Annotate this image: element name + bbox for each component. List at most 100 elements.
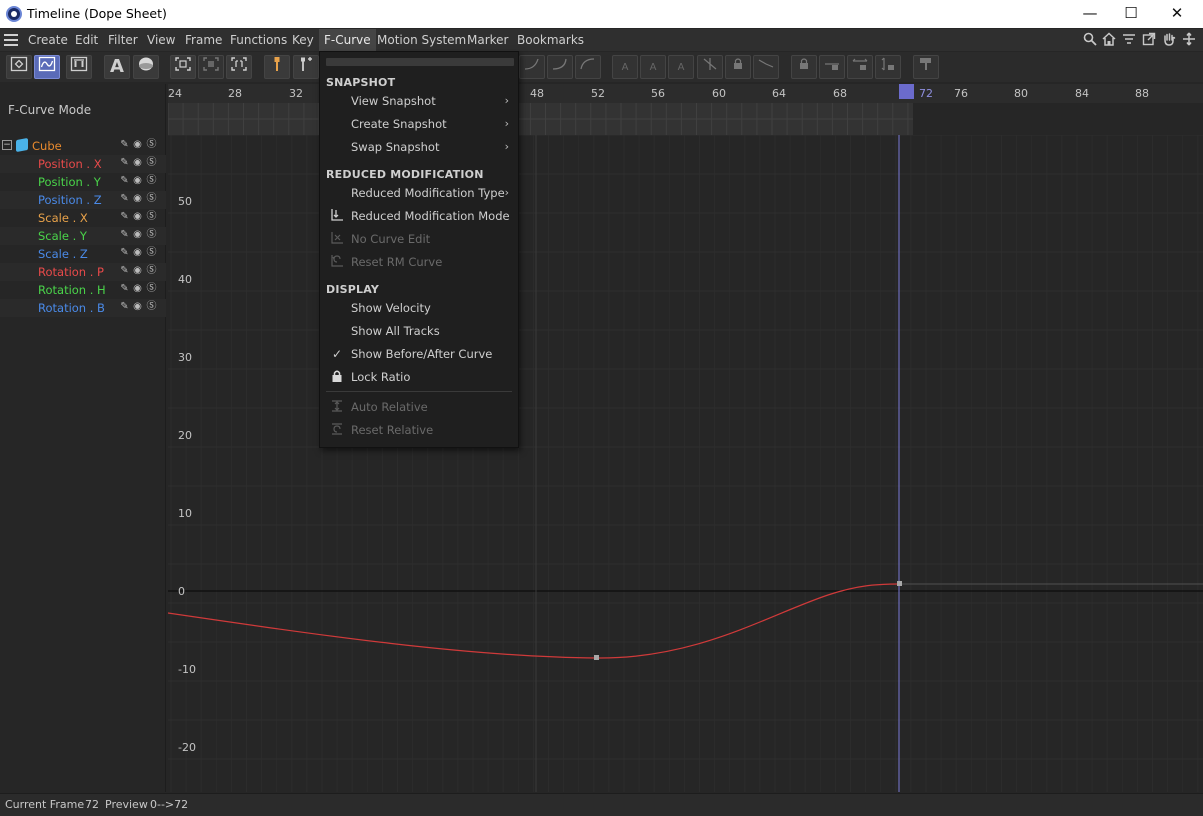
menu-frame[interactable]: Frame (180, 29, 227, 51)
hand-icon[interactable] (1161, 32, 1177, 48)
maximize-button[interactable]: ☐ (1109, 2, 1153, 26)
edit-icon[interactable]: ✎ (119, 211, 130, 222)
solo-icon[interactable]: Ⓢ (146, 139, 157, 150)
menu-edit[interactable]: Edit (70, 29, 103, 51)
edit-icon[interactable]: ✎ (119, 157, 130, 168)
minimize-button[interactable]: — (1068, 2, 1112, 26)
menu-lock-ratio[interactable]: Lock Ratio (320, 366, 518, 388)
auto-tangent-clamp-icon[interactable]: A (640, 55, 666, 79)
search-icon[interactable] (1082, 32, 1098, 48)
menu-create-snapshot[interactable]: Create Snapshot › (320, 113, 518, 135)
tangent-spread-icon[interactable] (697, 55, 723, 79)
menu-bookmarks[interactable]: Bookmarks (512, 29, 589, 51)
edit-icon[interactable]: ✎ (119, 139, 130, 150)
eye-icon[interactable]: ◉ (132, 157, 143, 168)
hamburger-menu-icon[interactable] (4, 34, 18, 46)
menu-view-snapshot[interactable]: View Snapshot › (320, 90, 518, 112)
solo-icon[interactable]: Ⓢ (146, 265, 157, 276)
menu-marker[interactable]: Marker (462, 29, 513, 51)
solo-icon[interactable]: Ⓢ (146, 283, 157, 294)
eye-icon[interactable]: ◉ (132, 193, 143, 204)
object-row-cube[interactable]: − Cube ✎ ◉ Ⓢ (0, 137, 166, 155)
paint-tool-icon[interactable] (913, 55, 939, 79)
eye-icon[interactable]: ◉ (132, 283, 143, 294)
key-summary-strip[interactable] (168, 103, 913, 135)
menu-reduced-modification-type[interactable]: Reduced Modification Type › (320, 182, 518, 204)
menu-fcurve[interactable]: F-Curve (319, 29, 376, 51)
menu-key[interactable]: Key (287, 29, 319, 51)
lock-time-icon[interactable] (791, 55, 817, 79)
filter-icon[interactable] (1121, 32, 1137, 48)
eye-icon[interactable]: ◉ (132, 139, 143, 150)
menu-show-before-after-curve[interactable]: ✓ Show Before/After Curve (320, 343, 518, 365)
edit-icon[interactable]: ✎ (119, 229, 130, 240)
solo-icon[interactable]: Ⓢ (146, 301, 157, 312)
curve-ease-in-icon[interactable] (519, 55, 545, 79)
solo-icon[interactable]: Ⓢ (146, 175, 157, 186)
menu-reset-rm-curve[interactable]: Reset RM Curve (320, 251, 518, 273)
text-a-icon[interactable]: A (104, 55, 130, 79)
move-icon[interactable] (1181, 32, 1197, 48)
edit-icon[interactable]: ✎ (119, 283, 130, 294)
popout-icon[interactable] (1141, 32, 1157, 48)
eye-icon[interactable]: ◉ (132, 301, 143, 312)
track-row[interactable]: Scale . X ✎ ◉ Ⓢ (0, 209, 166, 227)
lock-tangent-angle-icon[interactable] (875, 55, 901, 79)
curve-ease-out-icon[interactable] (547, 55, 573, 79)
solo-icon[interactable]: Ⓢ (146, 157, 157, 168)
home-icon[interactable] (1101, 32, 1117, 48)
auto-tangent-overshoot-icon[interactable]: A (668, 55, 694, 79)
key-pin-icon[interactable] (264, 55, 290, 79)
curve-ease-both-icon[interactable] (575, 55, 601, 79)
key-mode-button[interactable] (6, 55, 32, 79)
edit-icon[interactable]: ✎ (119, 175, 130, 186)
menu-filter[interactable]: Filter (103, 29, 143, 51)
keyframe-point[interactable] (594, 655, 599, 660)
edit-icon[interactable]: ✎ (119, 247, 130, 258)
solo-icon[interactable]: Ⓢ (146, 229, 157, 240)
menu-auto-relative[interactable]: Auto Relative (320, 396, 518, 418)
track-row[interactable]: Rotation . P ✎ ◉ Ⓢ (0, 263, 166, 281)
menu-create[interactable]: Create (23, 29, 73, 51)
frame-preview-icon[interactable] (226, 55, 252, 79)
track-row[interactable]: Scale . Z ✎ ◉ Ⓢ (0, 245, 166, 263)
menu-motion-system[interactable]: Motion System (372, 29, 471, 51)
track-row[interactable]: Rotation . H ✎ ◉ Ⓢ (0, 281, 166, 299)
menu-swap-snapshot[interactable]: Swap Snapshot › (320, 136, 518, 158)
menu-reduced-modification-mode[interactable]: Reduced Modification Mode (320, 205, 518, 227)
track-row[interactable]: Position . Z ✎ ◉ Ⓢ (0, 191, 166, 209)
edit-icon[interactable]: ✎ (119, 193, 130, 204)
eye-icon[interactable]: ◉ (132, 229, 143, 240)
collapse-toggle[interactable]: − (2, 140, 12, 150)
solo-icon[interactable]: Ⓢ (146, 193, 157, 204)
frame-all-icon[interactable] (170, 55, 196, 79)
close-button[interactable]: ✕ (1155, 2, 1199, 26)
sphere-icon[interactable] (133, 55, 159, 79)
menu-show-velocity[interactable]: Show Velocity (320, 297, 518, 319)
track-row[interactable]: Rotation . B ✎ ◉ Ⓢ (0, 299, 166, 317)
auto-tangent-icon[interactable]: A (612, 55, 638, 79)
eye-icon[interactable]: ◉ (132, 265, 143, 276)
solo-icon[interactable]: Ⓢ (146, 247, 157, 258)
solo-icon[interactable]: Ⓢ (146, 211, 157, 222)
eye-icon[interactable]: ◉ (132, 175, 143, 186)
track-row[interactable]: Position . X ✎ ◉ Ⓢ (0, 155, 166, 173)
eye-icon[interactable]: ◉ (132, 247, 143, 258)
keyframe-point[interactable] (897, 581, 902, 586)
frame-selected-icon[interactable] (198, 55, 224, 79)
menu-no-curve-edit[interactable]: No Curve Edit (320, 228, 518, 250)
playhead-marker[interactable] (899, 84, 914, 99)
menu-tearoff-bar[interactable] (326, 58, 514, 66)
menu-reset-relative[interactable]: Reset Relative (320, 419, 518, 441)
menu-show-all-tracks[interactable]: Show All Tracks (320, 320, 518, 342)
menu-view[interactable]: View (142, 29, 180, 51)
add-key-icon[interactable] (293, 55, 319, 79)
lock-tangent-length-icon[interactable] (847, 55, 873, 79)
edit-icon[interactable]: ✎ (119, 265, 130, 276)
tangent-break-icon[interactable] (753, 55, 779, 79)
tangent-lock-icon[interactable] (725, 55, 751, 79)
eye-icon[interactable]: ◉ (132, 211, 143, 222)
motion-mode-button[interactable] (66, 55, 92, 79)
menu-functions[interactable]: Functions (225, 29, 292, 51)
fcurve-mode-button[interactable] (34, 55, 60, 79)
